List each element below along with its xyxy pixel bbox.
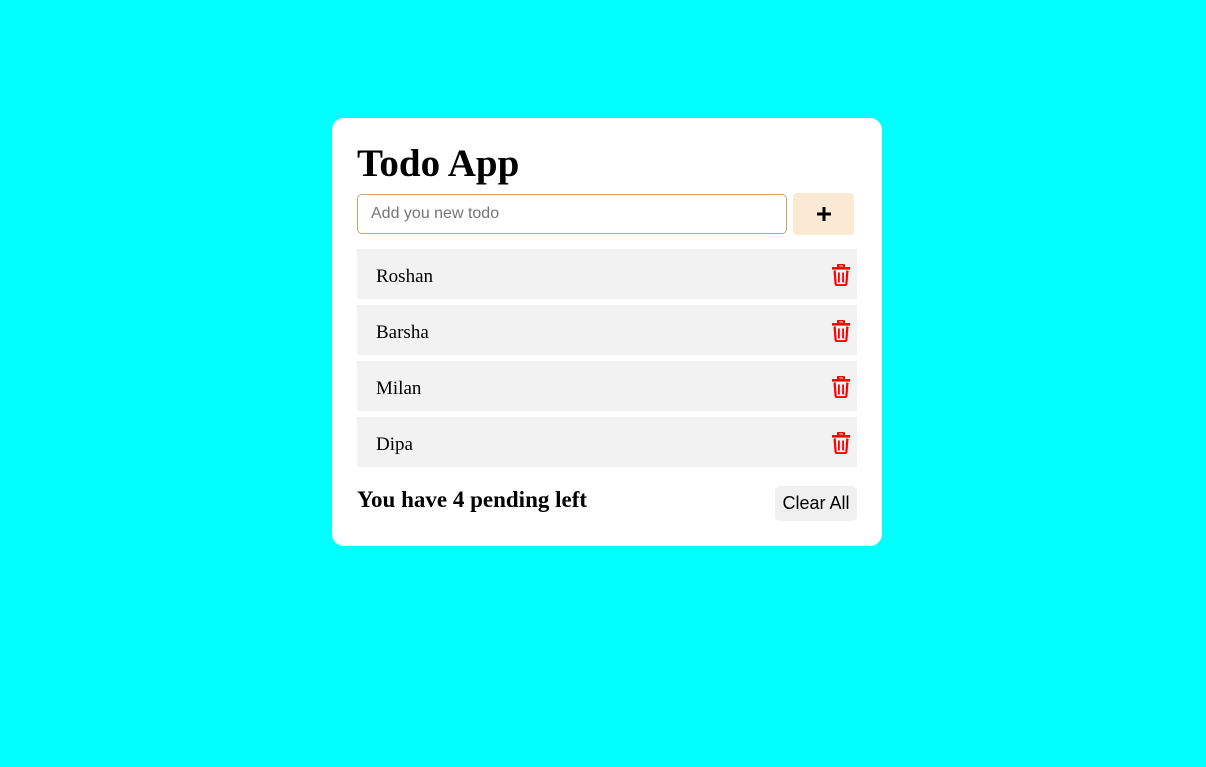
delete-todo-button[interactable] (831, 432, 851, 454)
todo-item-text: Barsha (376, 322, 429, 343)
todo-item: Dipa (357, 417, 857, 467)
pending-count-text: You have 4 pending left (357, 487, 588, 512)
trash-icon (832, 432, 850, 454)
new-todo-input[interactable] (357, 194, 787, 234)
trash-icon (832, 264, 850, 286)
todo-item: Barsha (357, 305, 857, 355)
app-title: Todo App (357, 142, 520, 185)
trash-icon (832, 320, 850, 342)
todo-item: Roshan (357, 249, 857, 299)
delete-todo-button[interactable] (831, 320, 851, 342)
plus-icon (816, 207, 831, 221)
add-todo-button[interactable] (793, 193, 854, 235)
todo-list: Roshan Barsha Milan Dipa (357, 249, 857, 473)
todo-card: Todo App Roshan Barsha (332, 118, 882, 546)
todo-item-text: Dipa (376, 434, 413, 455)
todo-item-text: Milan (376, 378, 422, 399)
delete-todo-button[interactable] (831, 264, 851, 286)
todo-item: Milan (357, 361, 857, 411)
clear-all-button[interactable]: Clear All (775, 486, 857, 521)
trash-icon (832, 376, 850, 398)
todo-item-text: Roshan (376, 266, 433, 287)
delete-todo-button[interactable] (831, 376, 851, 398)
